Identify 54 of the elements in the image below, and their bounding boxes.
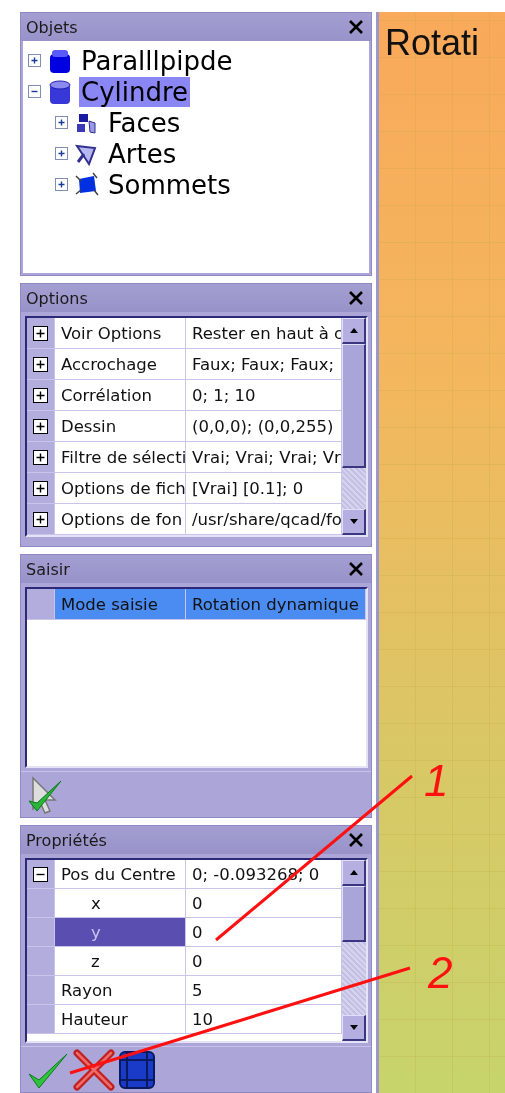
tree-item[interactable]: Artes (106, 138, 179, 169)
property-value[interactable]: Rotation dynamique (186, 589, 366, 619)
panel-title: Options (26, 288, 88, 308)
expander-icon[interactable] (33, 418, 48, 434)
up-arrow-icon (348, 327, 359, 334)
expander-icon[interactable] (33, 449, 48, 465)
expander-icon[interactable] (28, 54, 41, 67)
expander-icon[interactable] (33, 480, 48, 496)
expander-icon[interactable] (55, 178, 68, 191)
scrollbar-thumb[interactable] (342, 344, 366, 468)
grid-icon (119, 1050, 155, 1089)
tree-item[interactable]: Paralllpipde (79, 45, 235, 76)
close-icon (347, 289, 365, 307)
view-title: Rotati (384, 21, 480, 64)
tree-item[interactable]: Faces (106, 107, 183, 138)
annotation-number: 1 (424, 756, 449, 805)
vertices-icon (74, 171, 100, 198)
box-icon (47, 47, 73, 74)
property-name[interactable]: Mode saisie (55, 589, 186, 619)
cross-icon (73, 1048, 115, 1091)
panel-title: Saisir (26, 559, 70, 579)
scroll-down-button[interactable] (342, 1015, 366, 1041)
expander-icon[interactable] (55, 116, 68, 129)
close-button[interactable] (347, 560, 365, 578)
expander-icon[interactable] (33, 866, 48, 882)
down-arrow-icon (348, 1024, 359, 1031)
tree-item[interactable]: Sommets (106, 169, 233, 200)
close-icon (347, 560, 365, 578)
scroll-down-button[interactable] (342, 509, 366, 535)
scrollbar-thumb[interactable] (342, 886, 366, 942)
cylinder-icon (47, 78, 73, 105)
up-arrow-icon (348, 869, 359, 876)
close-icon (347, 18, 365, 36)
expander-icon[interactable] (28, 85, 41, 98)
expander-icon[interactable] (33, 387, 48, 403)
panel-title: Objets (26, 17, 78, 37)
tree-item[interactable]: Cylindre (79, 76, 191, 107)
close-icon (347, 831, 365, 849)
panel-title: Propriétés (26, 830, 107, 850)
expander-icon[interactable] (33, 325, 48, 341)
property-name[interactable]: y (55, 918, 186, 946)
pointer-check-icon (27, 774, 63, 815)
scroll-up-button[interactable] (342, 318, 366, 344)
expander-icon[interactable] (55, 147, 68, 160)
close-button[interactable] (347, 289, 365, 307)
grid-button[interactable] (119, 1050, 155, 1089)
close-button[interactable] (347, 18, 365, 36)
annotation-number: 2 (428, 948, 453, 997)
expander-icon[interactable] (33, 356, 48, 372)
down-arrow-icon (348, 518, 359, 525)
scroll-up-button[interactable] (342, 860, 366, 886)
close-button[interactable] (347, 831, 365, 849)
expander-icon[interactable] (33, 511, 48, 527)
pick-button[interactable] (27, 774, 63, 815)
